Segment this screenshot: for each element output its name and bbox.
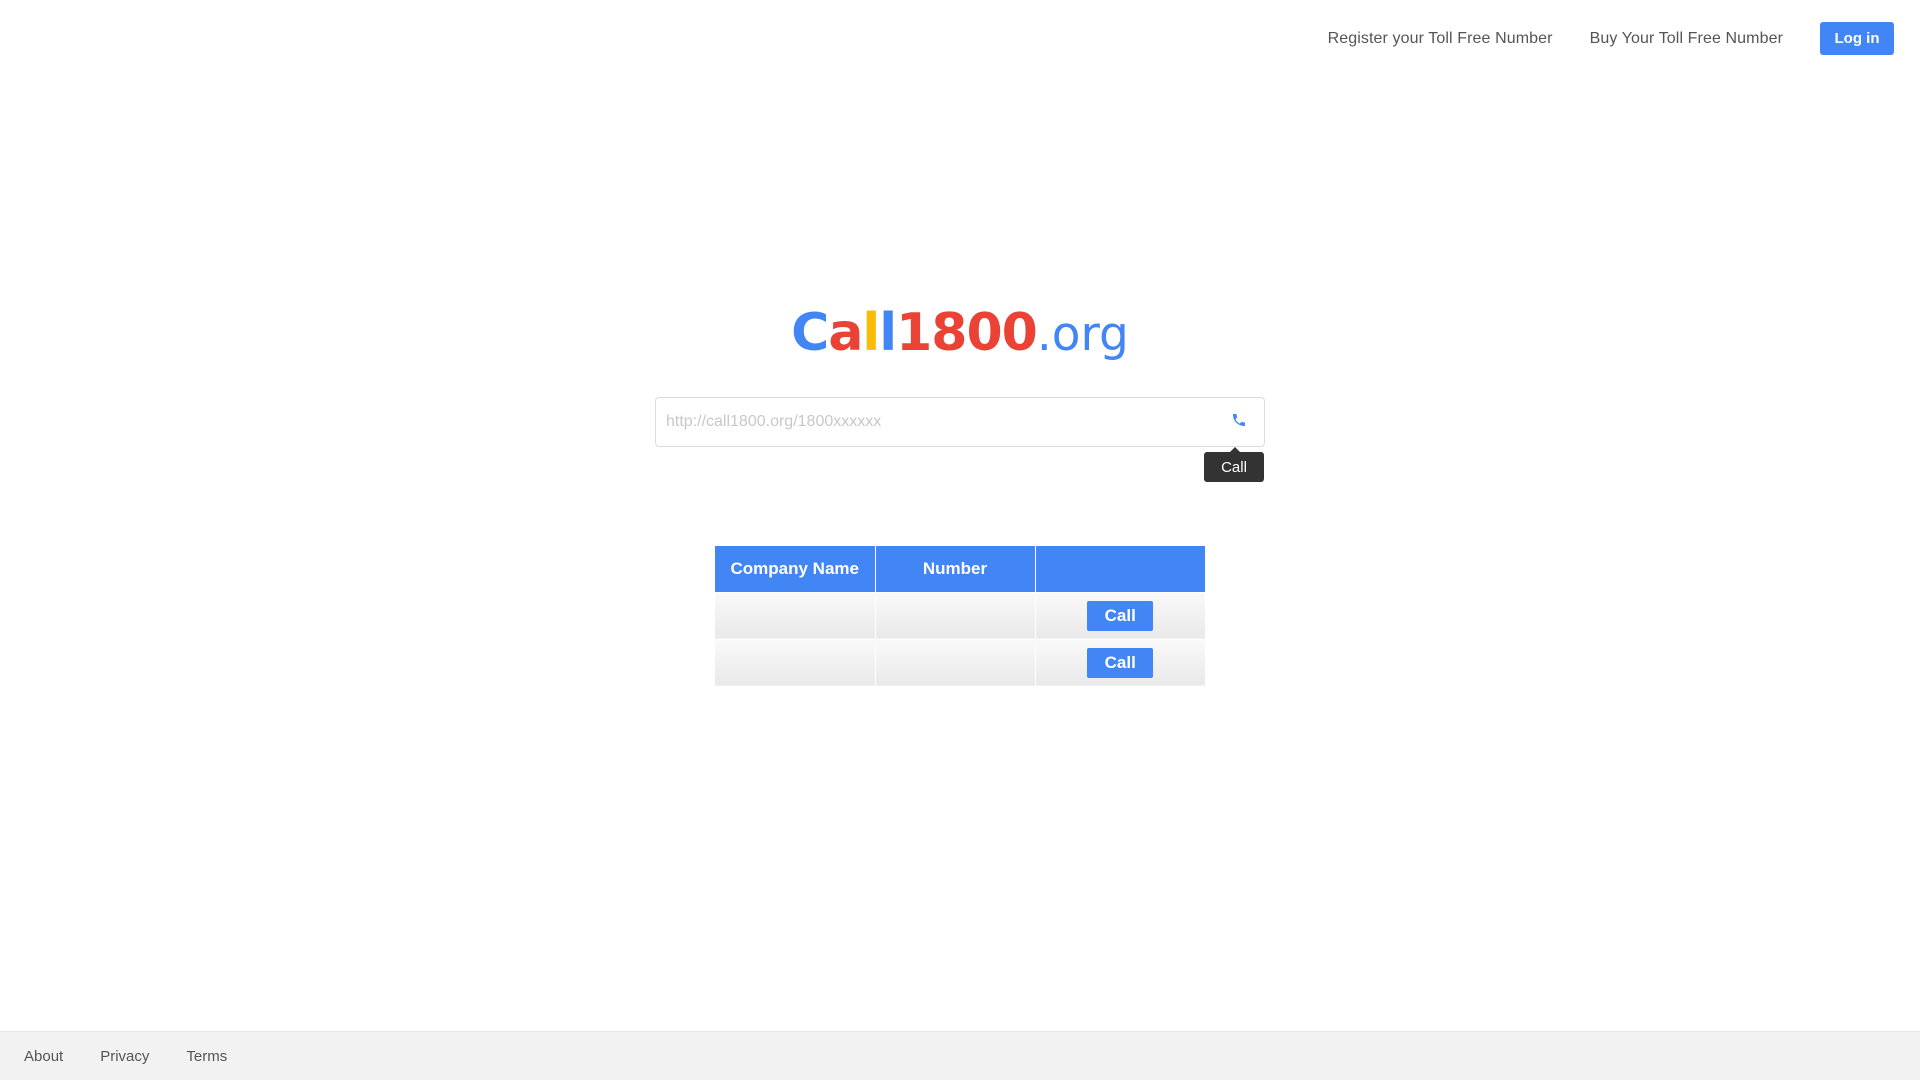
logo-tld: .org — [1036, 307, 1129, 362]
logo-letter-a: a — [828, 303, 863, 363]
buy-toll-free-link[interactable]: Buy Your Toll Free Number — [1590, 30, 1783, 48]
logo-letter-l2: l — [879, 303, 897, 363]
footer: About Privacy Terms — [0, 1031, 1920, 1080]
number-cell — [875, 591, 1036, 639]
company-cell — [715, 638, 876, 686]
number-url-input[interactable] — [656, 398, 1214, 446]
company-cell — [715, 591, 876, 639]
number-cell — [875, 638, 1036, 686]
call-tooltip: Call — [1204, 447, 1264, 482]
search-box — [655, 397, 1265, 447]
call-button[interactable]: Call — [1087, 647, 1154, 678]
action-cell: Call — [1035, 638, 1205, 686]
table-header-row: Company Name Number — [715, 546, 1205, 592]
number-header: Number — [875, 546, 1036, 592]
call-button[interactable]: Call — [1087, 600, 1154, 631]
site-logo: Call1800.org — [0, 298, 1920, 380]
top-nav: Register your Toll Free Number Buy Your … — [1328, 22, 1894, 55]
page: Register your Toll Free Number Buy Your … — [0, 0, 1920, 1080]
footer-terms-link[interactable]: Terms — [186, 1048, 227, 1065]
logo-number: 1800 — [896, 303, 1038, 363]
logo-wordmark: Call1800 — [791, 303, 1038, 363]
table-row: Call — [715, 638, 1205, 686]
register-toll-free-link[interactable]: Register your Toll Free Number — [1328, 30, 1553, 48]
table-row: Call — [715, 591, 1205, 639]
login-button[interactable]: Log in — [1820, 22, 1894, 55]
footer-privacy-link[interactable]: Privacy — [100, 1048, 149, 1065]
action-header — [1035, 546, 1205, 592]
logo-letter-l1: l — [862, 303, 880, 363]
company-name-header: Company Name — [715, 546, 876, 592]
action-cell: Call — [1035, 591, 1205, 639]
footer-about-link[interactable]: About — [24, 1048, 63, 1065]
phone-icon — [1231, 412, 1247, 433]
logo-letter-c: C — [791, 303, 829, 363]
results-table: Company Name Number Call Call — [715, 546, 1205, 686]
call-icon-button[interactable] — [1214, 398, 1264, 446]
